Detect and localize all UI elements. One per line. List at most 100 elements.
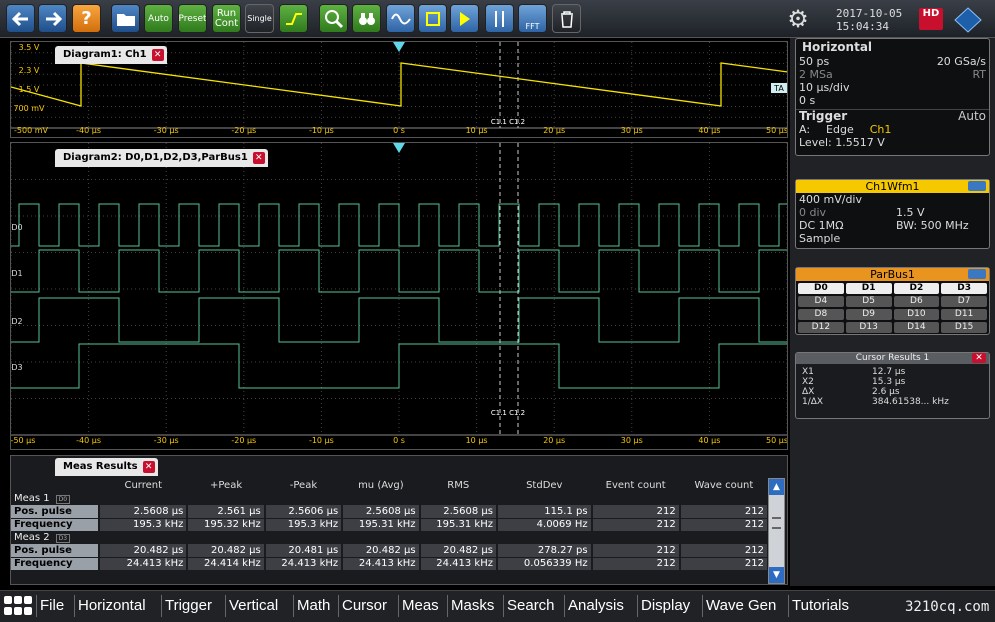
meas-cell: 20.482 µs bbox=[99, 544, 189, 558]
parbus-bit-D2[interactable]: D2 bbox=[893, 283, 940, 294]
gear-icon[interactable]: ⚙ bbox=[783, 5, 813, 33]
menu-item-horizontal[interactable]: Horizontal bbox=[78, 597, 146, 614]
delete-icon[interactable] bbox=[552, 4, 581, 33]
y-tick-label: 2.3 V bbox=[19, 66, 40, 75]
cursor-lines-icon[interactable] bbox=[485, 4, 514, 33]
menu-item-trigger[interactable]: Trigger bbox=[165, 597, 212, 614]
parbus-bit-D12[interactable]: D12 bbox=[798, 322, 844, 333]
close-icon[interactable]: ✕ bbox=[151, 49, 164, 61]
fft-button[interactable]: FFT bbox=[518, 4, 547, 33]
diagram2-tab[interactable]: Diagram2: D0,D1,D2,D3,ParBus1 ✕ bbox=[55, 149, 268, 167]
parbus-bit-D7[interactable]: D7 bbox=[941, 296, 987, 307]
parbus-bit-D4[interactable]: D4 bbox=[798, 296, 844, 307]
menu-item-wave-gen[interactable]: Wave Gen bbox=[706, 597, 776, 614]
menu-item-tutorials[interactable]: Tutorials bbox=[792, 597, 849, 614]
preset-button[interactable]: Preset bbox=[178, 4, 207, 33]
menu-item-cursor[interactable]: Cursor bbox=[342, 597, 387, 614]
menu-item-meas[interactable]: Meas bbox=[402, 597, 439, 614]
menu-item-math[interactable]: Math bbox=[297, 597, 330, 614]
toolbar: ? Auto Preset Run Cont Single FFT ⚙ 2017… bbox=[0, 0, 995, 38]
meas-row[interactable]: Pos. pulse 2.5608 µs 2.561 µs 2.5606 µs 2.56… bbox=[11, 505, 770, 519]
menu-item-display[interactable]: Display bbox=[641, 597, 690, 614]
undo-icon[interactable] bbox=[6, 4, 35, 33]
parbus-bit-D3[interactable]: D3 bbox=[941, 283, 987, 294]
x-tick-label: -50 µs bbox=[11, 436, 35, 445]
meas-group-row: Meas 1 D0 bbox=[11, 492, 768, 505]
meas-source-badge: D3 bbox=[55, 534, 71, 544]
scroll-down-icon[interactable]: ▼ bbox=[769, 567, 784, 583]
meas-row[interactable]: Pos. pulse 20.482 µs 20.482 µs 20.481 µs 20.… bbox=[11, 544, 770, 558]
minimize-icon[interactable] bbox=[968, 181, 986, 191]
meas-cell: 24.413 kHz bbox=[419, 557, 498, 571]
zoom-icon[interactable] bbox=[319, 4, 348, 33]
menu-separator bbox=[225, 595, 226, 617]
menu-item-masks[interactable]: Masks bbox=[451, 597, 494, 614]
meas-row[interactable]: Frequency 195.3 kHz 195.32 kHz 195.3 kHz 195… bbox=[11, 518, 770, 532]
meas-cell: 195.32 kHz bbox=[187, 518, 266, 532]
meas-results-tab[interactable]: Meas Results ✕ bbox=[55, 458, 158, 476]
single-button[interactable]: Single bbox=[245, 4, 274, 33]
meas-source-badge: D0 bbox=[55, 495, 71, 504]
diagram2-plot[interactable]: D0 D1 D2 D3 -50 µs -40 µs -30 µs -20 µs -10 µs 0 … bbox=[11, 143, 787, 449]
menu-item-file[interactable]: File bbox=[40, 597, 64, 614]
meas-cell: 0.056339 Hz bbox=[496, 557, 593, 571]
diagram2-panel[interactable]: D0 D1 D2 D3 -50 µs -40 µs -30 µs -20 µs -10 µs 0 … bbox=[10, 142, 788, 450]
chip-icon[interactable] bbox=[418, 4, 447, 33]
cursor-results-box[interactable]: Cursor Results 1 ✕ X1 12.7 µs X2 15.3 µs ΔX 2.… bbox=[795, 352, 990, 419]
rs-logo-icon bbox=[954, 7, 982, 33]
diagram1-tab[interactable]: Diagram1: Ch1 ✕ bbox=[55, 46, 167, 64]
meas-column-header: RMS bbox=[447, 479, 470, 491]
parbus-bit-D13[interactable]: D13 bbox=[845, 322, 892, 333]
waveform-icon[interactable] bbox=[386, 4, 415, 33]
scroll-thumb[interactable] bbox=[772, 517, 781, 529]
cursor-select-icon[interactable] bbox=[450, 4, 479, 33]
parbus-bit-D10[interactable]: D10 bbox=[893, 309, 940, 320]
auto-button[interactable]: Auto bbox=[144, 4, 173, 33]
meas-group-name: Meas 1 bbox=[14, 493, 50, 504]
menu-item-analysis[interactable]: Analysis bbox=[568, 597, 624, 614]
parbus-bit-D11[interactable]: D11 bbox=[941, 309, 987, 320]
close-icon[interactable]: ✕ bbox=[142, 461, 155, 473]
meas-row[interactable]: Frequency 24.413 kHz 24.414 kHz 24.413 kHz 2… bbox=[11, 557, 770, 571]
run-cont-button[interactable]: Run Cont bbox=[212, 4, 241, 33]
parbus-bit-D6[interactable]: D6 bbox=[893, 296, 940, 307]
menu-separator bbox=[564, 595, 565, 617]
meas-cell: 24.414 kHz bbox=[187, 557, 266, 571]
parbus-bit-D15[interactable]: D15 bbox=[941, 322, 987, 333]
x-tick-label: 0 s bbox=[393, 126, 405, 135]
scroll-up-icon[interactable]: ▲ bbox=[769, 479, 784, 495]
redo-icon[interactable] bbox=[38, 4, 67, 33]
horizontal-box[interactable]: Horizontal 50 ps 20 GSa/s 2 MSa RT 10 µs/d… bbox=[795, 38, 990, 156]
parbus-title: ParBus1 bbox=[870, 268, 915, 281]
trigger-edge-icon[interactable] bbox=[279, 4, 308, 33]
horizontal-title: Horizontal bbox=[802, 40, 873, 54]
bottom-menu-bar: File Horizontal Trigger Vertical Math Cursor M… bbox=[0, 590, 995, 622]
binoculars-icon[interactable] bbox=[352, 4, 381, 33]
open-folder-icon[interactable] bbox=[111, 4, 140, 33]
cursor-label: C1.1 C1.2 bbox=[491, 409, 525, 417]
close-icon[interactable]: ✕ bbox=[972, 353, 986, 363]
diagram1-panel[interactable]: 3.5 V 2.3 V 1.5 V 700 mV -500 mV -40 µs -30 µs… bbox=[10, 41, 788, 138]
meas-cell: 2.5608 µs bbox=[342, 505, 421, 519]
parbus-box[interactable]: ParBus1 D0 D1 D2 D3 D4 D5 D6 D7 D8 D9 D10 D11 D12 D13… bbox=[795, 267, 990, 335]
help-button[interactable]: ? bbox=[72, 4, 101, 33]
parbus-bit-D0[interactable]: D0 bbox=[798, 283, 844, 294]
menu-item-search[interactable]: Search bbox=[507, 597, 555, 614]
parbus-bit-D9[interactable]: D9 bbox=[845, 309, 892, 320]
close-icon[interactable]: ✕ bbox=[252, 152, 265, 164]
parbus-bit-D5[interactable]: D5 bbox=[845, 296, 892, 307]
meas-results-panel[interactable]: Meas Results ✕ Current +Peak -Peak mu (Avg) R… bbox=[10, 455, 788, 585]
meas-scrollbar[interactable]: ▲ ▼ bbox=[768, 478, 785, 584]
apps-grid-icon[interactable] bbox=[4, 596, 32, 619]
parbus-bit-D8[interactable]: D8 bbox=[798, 309, 844, 320]
x-tick-label: -30 µs bbox=[154, 126, 179, 135]
cursor-result-value: 2.6 µs bbox=[872, 387, 900, 397]
ch1-box[interactable]: Ch1Wfm1 400 mV/div 0 div 1.5 V DC 1MΩ BW: … bbox=[795, 179, 990, 249]
meas-row-label: Pos. pulse bbox=[11, 505, 101, 519]
horizontal-resolution: 50 ps bbox=[799, 55, 830, 68]
trigger-position-icon bbox=[393, 143, 405, 153]
minimize-icon[interactable] bbox=[968, 269, 986, 279]
parbus-bit-D1[interactable]: D1 bbox=[845, 283, 892, 294]
menu-item-vertical[interactable]: Vertical bbox=[229, 597, 278, 614]
parbus-bit-D14[interactable]: D14 bbox=[893, 322, 940, 333]
